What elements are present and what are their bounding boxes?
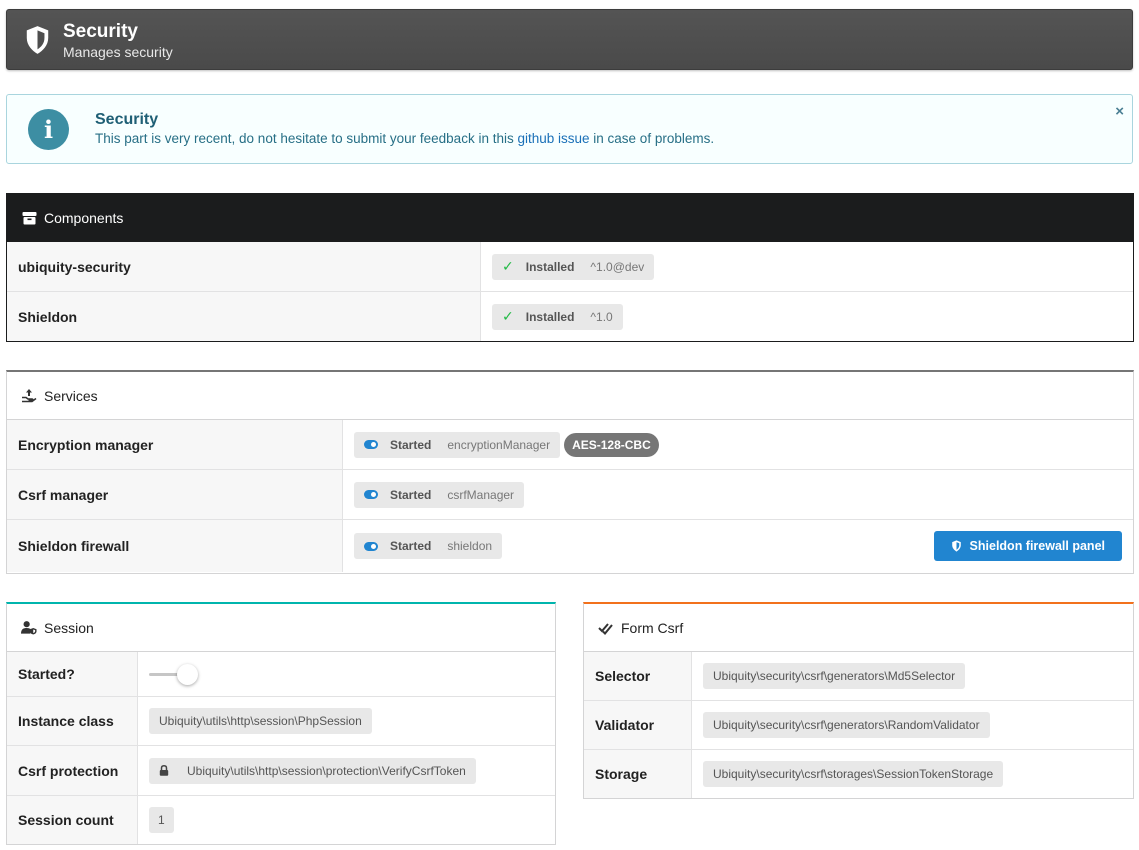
table-row: Csrf protection Ubiquity\utils\http\sess… [7,746,555,796]
service-name: Csrf manager [7,470,343,519]
session-prop-value: Ubiquity\utils\http\session\PhpSession [138,697,555,745]
check-icon: ✓ [502,258,514,274]
services-header: Services [7,372,1133,420]
cipher-badge: AES-128-CBC [564,432,659,457]
info-text: This part is very recent, do not hesitat… [95,131,714,146]
service-status-cell: Started encryptionManager AES-128-CBC [343,420,1133,469]
formcsrf-prop-value: Ubiquity\security\csrf\generators\Md5Sel… [692,652,1133,700]
button-label: Shieldon firewall panel [969,539,1105,553]
hand-holding-icon [21,388,37,404]
csrf-protection-label: Ubiquity\utils\http\session\protection\V… [149,757,476,784]
component-name: ubiquity-security [7,242,481,291]
storage-class-label: Ubiquity\security\csrf\storages\SessionT… [703,761,1004,787]
check-icon: ✓ [502,308,514,324]
session-prop-value: Ubiquity\utils\http\session\protection\V… [138,746,555,795]
session-prop-label: Started? [7,652,138,696]
service-status-label: Started shieldon [354,533,503,559]
component-status-cell: ✓ Installed ^1.0@dev [481,242,1133,291]
component-status-label: ✓ Installed ^1.0@dev [492,253,655,280]
formcsrf-prop-label: Storage [584,750,692,798]
service-status-label: Started encryptionManager [354,431,561,458]
table-row: Csrf manager Started csrfManager [7,470,1133,520]
session-header: Session [7,604,555,652]
user-shield-icon [21,620,37,636]
formcsrf-header: Form Csrf [584,604,1133,652]
table-row: Selector Ubiquity\security\csrf\generato… [584,652,1133,701]
page-subtitle: Manages security [63,44,173,60]
services-title: Services [44,387,98,404]
info-text-after: in case of problems. [589,131,715,146]
table-row: Instance class Ubiquity\utils\http\sessi… [7,697,555,746]
page-title: Security [63,21,138,42]
info-text-before: This part is very recent, do not hesitat… [95,131,518,146]
session-count-label: 1 [149,807,174,833]
formcsrf-title: Form Csrf [621,619,684,636]
components-header: Components [7,194,1133,242]
validator-class-label: Ubiquity\security\csrf\generators\Random… [703,712,990,738]
formcsrf-prop-label: Validator [584,701,692,749]
session-started-toggle[interactable] [149,664,199,685]
github-issue-link[interactable]: github issue [517,131,589,146]
session-prop-label: Csrf protection [7,746,138,795]
session-prop-label: Session count [7,796,138,844]
session-prop-value: 1 [138,796,555,844]
service-name: Shieldon firewall [7,520,343,572]
service-status-cell: Started csrfManager [343,470,1133,519]
toggle-on-icon [364,541,378,551]
component-status-label: ✓ Installed ^1.0 [492,303,623,330]
session-prop-label: Instance class [7,697,138,745]
table-row: Shieldon firewall Started shieldon Shiel… [7,520,1133,572]
formcsrf-prop-value: Ubiquity\security\csrf\generators\Random… [692,701,1133,749]
service-name: Encryption manager [7,420,343,469]
table-row: Shieldon ✓ Installed ^1.0 [7,292,1133,341]
component-name: Shieldon [7,292,481,341]
formcsrf-panel: Form Csrf Selector Ubiquity\security\csr… [583,602,1134,799]
lock-icon [159,765,169,776]
toggle-on-icon [364,440,378,449]
table-row: Validator Ubiquity\security\csrf\generat… [584,701,1133,750]
info-icon: i [28,109,69,150]
components-panel: Components ubiquity-security ✓ Installed… [6,193,1134,342]
toggle-on-icon [364,490,378,499]
session-panel: Session Started? Instance class Ubiquity… [6,602,556,845]
services-panel: Services Encryption manager Started encr… [6,370,1134,574]
session-prop-value [138,652,555,696]
table-row: Encryption manager Started encryptionMan… [7,420,1133,470]
table-row: ubiquity-security ✓ Installed ^1.0@dev [7,242,1133,292]
double-check-icon [598,620,614,636]
shield-icon [951,540,962,552]
session-title: Session [44,619,94,636]
formcsrf-prop-value: Ubiquity\security\csrf\storages\SessionT… [692,750,1133,798]
formcsrf-prop-label: Selector [584,652,692,700]
service-status-cell: Started shieldon Shieldon firewall panel [343,520,1133,572]
page-header: Security Manages security [6,9,1133,70]
shield-icon [26,26,49,54]
close-icon[interactable]: × [1115,103,1124,120]
service-status-label: Started csrfManager [354,481,525,508]
components-title: Components [44,209,124,226]
info-title: Security [95,111,159,128]
component-status-cell: ✓ Installed ^1.0 [481,292,1133,341]
table-row: Storage Ubiquity\security\csrf\storages\… [584,750,1133,798]
info-message: i Security This part is very recent, do … [6,94,1133,164]
table-row: Started? [7,652,555,697]
selector-class-label: Ubiquity\security\csrf\generators\Md5Sel… [703,663,966,689]
instance-class-label: Ubiquity\utils\http\session\PhpSession [149,708,372,734]
box-icon [21,210,37,226]
table-row: Session count 1 [7,796,555,844]
shieldon-firewall-panel-button[interactable]: Shieldon firewall panel [933,531,1122,561]
